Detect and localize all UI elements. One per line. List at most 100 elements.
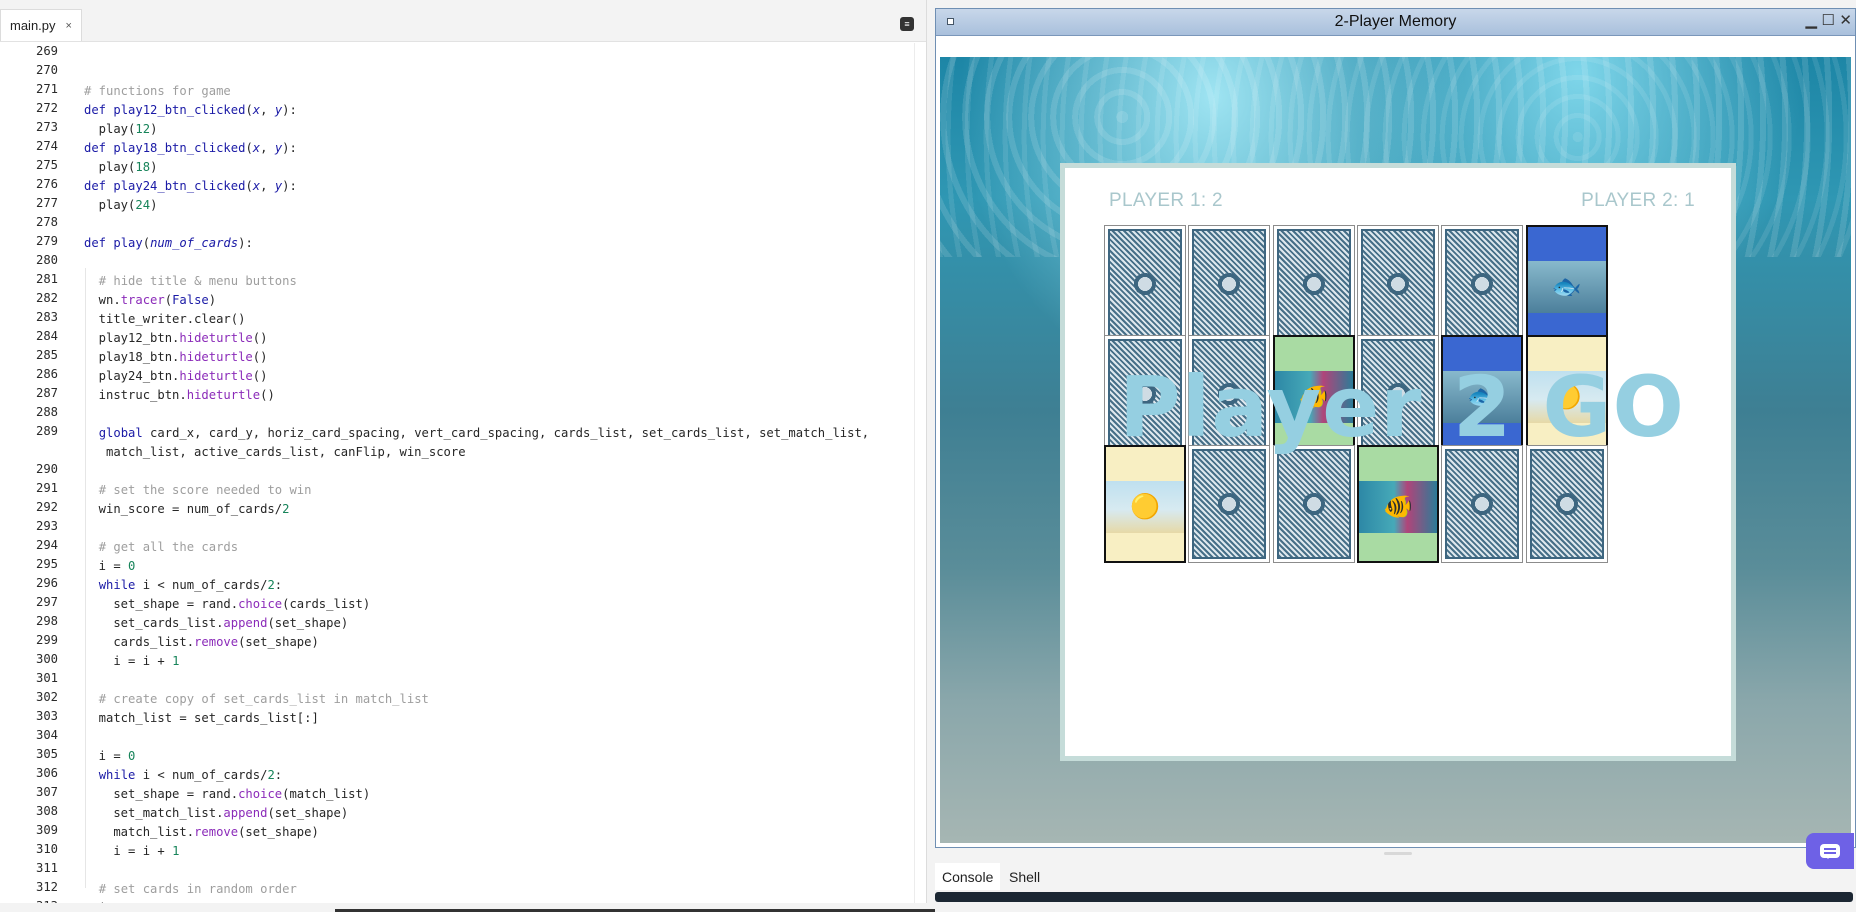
code-line[interactable]: 277 play(24) [0,195,926,214]
minimize-icon[interactable]: ▁ [1805,13,1817,28]
code-text[interactable]: set_match_list.append(set_shape) [58,803,926,822]
code-text[interactable]: def play12_btn_clicked(x, y): [58,100,926,119]
card-faceup-minion[interactable]: 🟡 [1525,335,1608,453]
code-text[interactable]: # functions for game [58,81,926,100]
code-line[interactable]: 282 wn.tracer(False) [0,290,926,309]
code-text[interactable]: play18_btn.hideturtle() [58,347,926,366]
code-text[interactable] [58,62,926,81]
code-text[interactable]: match_list.remove(set_shape) [58,822,926,841]
code-text[interactable]: i = i + 1 [58,651,926,670]
code-text[interactable]: # hide title & menu buttons [58,271,926,290]
code-area[interactable]: 269 270 271 # functions for game 272 def play… [0,43,926,903]
code-text[interactable] [58,43,926,62]
code-line[interactable]: 286 play24_btn.hideturtle() [0,366,926,385]
card-faceup-reef[interactable]: 🐠 [1272,335,1355,453]
code-line[interactable]: 297 set_shape = rand.choice(cards_list) [0,594,926,613]
code-line[interactable]: 284 play12_btn.hideturtle() [0,328,926,347]
code-line[interactable]: 288 [0,404,926,423]
maximize-icon[interactable]: ☐ [1822,13,1835,28]
code-text[interactable]: play(12) [58,119,926,138]
code-line[interactable]: 275 play(18) [0,157,926,176]
code-text[interactable] [58,252,926,271]
close-icon[interactable]: ✕ [1839,13,1852,28]
code-text[interactable] [58,404,926,423]
code-text[interactable] [58,670,926,689]
window-titlebar[interactable]: 2-Player Memory ▁ ☐ ✕ [936,9,1855,36]
code-text[interactable]: cards_list.remove(set_shape) [58,632,926,651]
pane-splitter[interactable] [927,0,935,912]
console-output[interactable] [935,892,1853,902]
code-line[interactable]: 298 set_cards_list.append(set_shape) [0,613,926,632]
code-text[interactable]: play(18) [58,157,926,176]
close-icon[interactable]: × [66,20,72,32]
code-line[interactable]: 289 global card_x, card_y, horiz_card_sp… [0,423,926,461]
code-text[interactable]: i = i + 1 [58,841,926,860]
card-facedown[interactable] [1356,225,1439,343]
tab-shell[interactable]: Shell [1002,863,1047,890]
code-text[interactable]: title_writer.clear() [58,309,926,328]
code-text[interactable]: while i < num_of_cards/2: [58,765,926,784]
card-facedown[interactable] [1441,225,1524,343]
minimap-icon[interactable]: ≡ [900,17,914,31]
code-text[interactable]: global card_x, card_y, horiz_card_spacin… [58,423,926,461]
code-editor[interactable]: main.py × ≡ 269 270 271 # functions for gam… [0,0,927,903]
code-line[interactable]: 304 [0,727,926,746]
code-line[interactable]: 309 match_list.remove(set_shape) [0,822,926,841]
code-line[interactable]: 285 play18_btn.hideturtle() [0,347,926,366]
code-text[interactable]: play24_btn.hideturtle() [58,366,926,385]
code-text[interactable]: def play24_btn_clicked(x, y): [58,176,926,195]
code-line[interactable]: 311 [0,860,926,879]
code-line[interactable]: 301 [0,670,926,689]
code-line[interactable]: 280 [0,252,926,271]
code-line[interactable]: 269 [0,43,926,62]
code-line[interactable]: 294 # get all the cards [0,537,926,556]
code-text[interactable]: set_shape = rand.choice(cards_list) [58,594,926,613]
card-facedown[interactable] [1104,225,1186,343]
code-line[interactable]: 307 set_shape = rand.choice(match_list) [0,784,926,803]
code-text[interactable] [58,461,926,480]
code-line[interactable]: 271 # functions for game [0,81,926,100]
card-facedown[interactable] [1272,225,1355,343]
code-line[interactable]: 295 i = 0 [0,556,926,575]
code-text[interactable]: play12_btn.hideturtle() [58,328,926,347]
code-text[interactable] [58,214,926,233]
code-text[interactable]: def play(num_of_cards): [58,233,926,252]
code-line[interactable]: 281 # hide title & menu buttons [0,271,926,290]
code-text[interactable]: set_shape = rand.choice(match_list) [58,784,926,803]
code-text[interactable] [58,518,926,537]
code-text[interactable]: play(24) [58,195,926,214]
code-text[interactable]: set_cards_list.append(set_shape) [58,613,926,632]
code-line[interactable]: 296 while i < num_of_cards/2: [0,575,926,594]
code-line[interactable]: 310 i = i + 1 [0,841,926,860]
card-facedown[interactable] [1104,335,1186,453]
code-line[interactable]: 278 [0,214,926,233]
code-line[interactable]: 291 # set the score needed to win [0,480,926,499]
code-text[interactable]: # set the score needed to win [58,480,926,499]
code-text[interactable]: def play18_btn_clicked(x, y): [58,138,926,157]
code-line[interactable]: 300 i = i + 1 [0,651,926,670]
code-text[interactable]: # set cards in random order [58,879,926,898]
console-resize-grip[interactable] [1384,852,1412,855]
code-line[interactable]: 299 cards_list.remove(set_shape) [0,632,926,651]
code-line[interactable]: 308 set_match_list.append(set_shape) [0,803,926,822]
editor-scrollbar[interactable] [914,43,915,903]
code-text[interactable] [58,860,926,879]
code-text[interactable]: while i < num_of_cards/2: [58,575,926,594]
code-line[interactable]: 290 [0,461,926,480]
code-text[interactable]: wn.tracer(False) [58,290,926,309]
code-line[interactable]: 276 def play24_btn_clicked(x, y): [0,176,926,195]
code-text[interactable]: # get all the cards [58,537,926,556]
code-text[interactable]: i = 0 [58,746,926,765]
chat-icon[interactable] [1806,833,1854,869]
card-facedown[interactable] [1188,225,1271,343]
code-text[interactable]: i = 0 [58,556,926,575]
window-menu-icon[interactable] [947,18,954,25]
card-facedown[interactable] [1272,445,1355,563]
code-line[interactable]: 287 instruc_btn.hideturtle() [0,385,926,404]
code-text[interactable]: instruc_btn.hideturtle() [58,385,926,404]
code-line[interactable]: 279 def play(num_of_cards): [0,233,926,252]
code-line[interactable]: 305 i = 0 [0,746,926,765]
card-facedown[interactable] [1356,335,1439,453]
card-faceup-reef[interactable]: 🐠 [1356,445,1439,563]
code-line[interactable]: 293 [0,518,926,537]
